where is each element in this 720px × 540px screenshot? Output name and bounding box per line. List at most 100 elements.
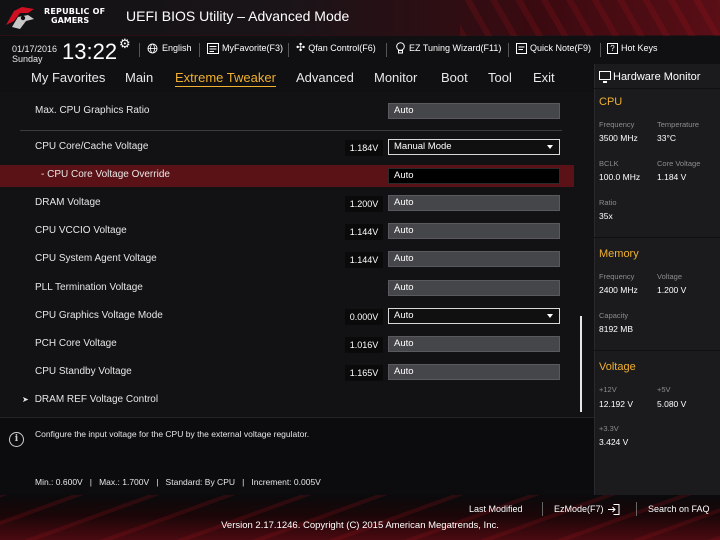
ez-tuning-wizard-button[interactable]: EZ Tuning Wizard(F11)	[395, 42, 501, 54]
hw-divider	[594, 350, 720, 351]
current-voltage-readout: 1.165V	[345, 365, 383, 381]
voltage-range-info: Min.: 0.600V | Max.: 1.700V | Standard: …	[35, 477, 321, 487]
select-value: Auto	[394, 310, 414, 321]
hw-label: Temperature	[657, 120, 700, 129]
language-button[interactable]: English	[147, 42, 192, 54]
setting-label: PLL Termination Voltage	[35, 282, 143, 293]
dram-voltage-input[interactable]: Auto	[388, 195, 560, 211]
hw-value: 12.192 V	[599, 399, 634, 409]
hw-label: Frequency	[599, 120, 635, 129]
search-faq-button[interactable]: Search on FAQ	[648, 503, 710, 515]
setting-label: CPU System Agent Voltage	[35, 253, 157, 264]
dram-ref-voltage-control-submenu[interactable]: ➤ DRAM REF Voltage Control	[22, 394, 158, 406]
info-icon: i	[9, 432, 24, 447]
current-voltage-readout: 1.144V	[345, 224, 383, 240]
my-favorite-button[interactable]: MyFavorite(F3)	[207, 42, 283, 54]
pch-core-voltage-input[interactable]: Auto	[388, 336, 560, 352]
quick-note-label: Quick Note(F9)	[530, 43, 592, 53]
setting-label: Max. CPU Graphics Ratio	[35, 105, 150, 116]
tab-advanced[interactable]: Advanced	[296, 70, 354, 86]
cpu-core-voltage-override-input[interactable]: Auto	[388, 168, 560, 184]
hardware-monitor-title: Hardware Monitor	[613, 71, 701, 83]
footer-divider	[636, 502, 637, 516]
tab-monitor[interactable]: Monitor	[374, 70, 417, 86]
fan-icon: ✣	[296, 41, 306, 54]
cpu-system-agent-voltage-input[interactable]: Auto	[388, 251, 560, 267]
hw-label: Capacity	[599, 311, 629, 320]
tab-extreme-tweaker[interactable]: Extreme Tweaker	[175, 70, 276, 87]
hw-label: +12V	[599, 385, 617, 394]
title-bar	[0, 0, 720, 36]
hw-section-memory: Memory	[599, 248, 639, 260]
hw-label: +5V	[657, 385, 671, 394]
setting-label: DRAM Voltage	[35, 197, 101, 208]
hw-divider	[594, 237, 720, 238]
tab-my-favorites[interactable]: My Favorites	[31, 70, 105, 86]
day-display: Sunday	[12, 54, 43, 64]
tab-exit[interactable]: Exit	[533, 70, 555, 86]
current-voltage-readout: 1.144V	[345, 252, 383, 268]
infobar-divider	[288, 43, 289, 57]
hw-value: 1.200 V	[657, 285, 687, 295]
hw-section-voltage: Voltage	[599, 361, 636, 373]
cpu-vccio-voltage-input[interactable]: Auto	[388, 223, 560, 239]
cpu-core-cache-voltage-select[interactable]: Manual Mode	[388, 139, 560, 155]
infobar-divider	[508, 43, 509, 57]
ezmode-label: EzMode(F7)	[554, 504, 604, 514]
footer-bar	[0, 495, 720, 540]
hw-value: 3.424 V	[599, 437, 629, 447]
help-description: Configure the input voltage for the CPU …	[35, 429, 310, 439]
setting-label: CPU VCCIO Voltage	[35, 225, 127, 236]
infobar-divider	[386, 43, 387, 57]
current-voltage-readout: 1.200V	[345, 196, 383, 212]
qfan-control-button[interactable]: ✣ Qfan Control(F6)	[296, 42, 376, 54]
tab-main[interactable]: Main	[125, 70, 153, 86]
globe-icon	[147, 43, 158, 53]
footer-divider	[542, 502, 543, 516]
hw-label: +3.3V	[599, 424, 619, 433]
version-info: Version 2.17.1246. Copyright (C) 2015 Am…	[221, 520, 499, 531]
hw-label: Voltage	[657, 272, 683, 281]
hw-value: 2400 MHz	[599, 285, 638, 295]
tab-tool[interactable]: Tool	[488, 70, 512, 86]
current-voltage-readout: 0.000V	[345, 309, 383, 325]
tab-boot[interactable]: Boot	[441, 70, 468, 86]
hot-keys-button[interactable]: ? Hot Keys	[607, 42, 658, 54]
favorite-list-icon	[207, 42, 219, 54]
quick-note-button[interactable]: Quick Note(F9)	[516, 42, 591, 54]
chevron-right-icon: ➤	[22, 395, 29, 404]
setting-label: PCH Core Voltage	[35, 338, 117, 349]
current-voltage-readout: 1.184V	[345, 140, 383, 156]
hw-value: 33°C	[657, 133, 676, 143]
hw-value: 8192 MB	[599, 324, 634, 334]
hw-label: Core Voltage	[657, 159, 701, 168]
rog-logo-icon	[6, 7, 34, 29]
pll-termination-voltage-input[interactable]: Auto	[388, 280, 560, 296]
brand-line-2: GAMERS	[51, 16, 90, 25]
lightbulb-icon	[396, 42, 405, 54]
note-icon	[516, 42, 527, 54]
infobar-divider	[600, 43, 601, 57]
qfan-control-label: Qfan Control(F6)	[308, 43, 376, 53]
cpu-standby-voltage-input[interactable]: Auto	[388, 364, 560, 380]
date-display: 01/17/2016	[12, 44, 58, 54]
language-label: English	[162, 43, 192, 53]
scrollbar-thumb[interactable]	[580, 316, 582, 412]
submenu-label: DRAM REF Voltage Control	[34, 394, 159, 405]
hw-label: Ratio	[599, 198, 617, 207]
my-favorite-label: MyFavorite(F3)	[222, 43, 284, 53]
setting-label: CPU Core/Cache Voltage	[35, 141, 149, 152]
max-cpu-graphics-ratio-input[interactable]: Auto	[388, 103, 560, 119]
ezmode-button[interactable]: EzMode(F7)	[554, 503, 620, 515]
last-modified-button[interactable]: Last Modified	[469, 503, 523, 515]
time-display[interactable]: 13:22	[62, 40, 117, 64]
hw-label: Frequency	[599, 272, 635, 281]
clock-settings-gear-icon[interactable]: ⚙	[119, 38, 131, 52]
hw-value: 35x	[599, 211, 613, 221]
current-voltage-readout: 1.016V	[345, 337, 383, 353]
help-question-icon: ?	[607, 42, 618, 54]
exit-arrow-icon	[607, 503, 620, 515]
hw-value: 1.184 V	[657, 172, 687, 182]
brand-line-1: REPUBLIC OF	[44, 7, 106, 16]
cpu-graphics-voltage-mode-select[interactable]: Auto	[388, 308, 560, 324]
